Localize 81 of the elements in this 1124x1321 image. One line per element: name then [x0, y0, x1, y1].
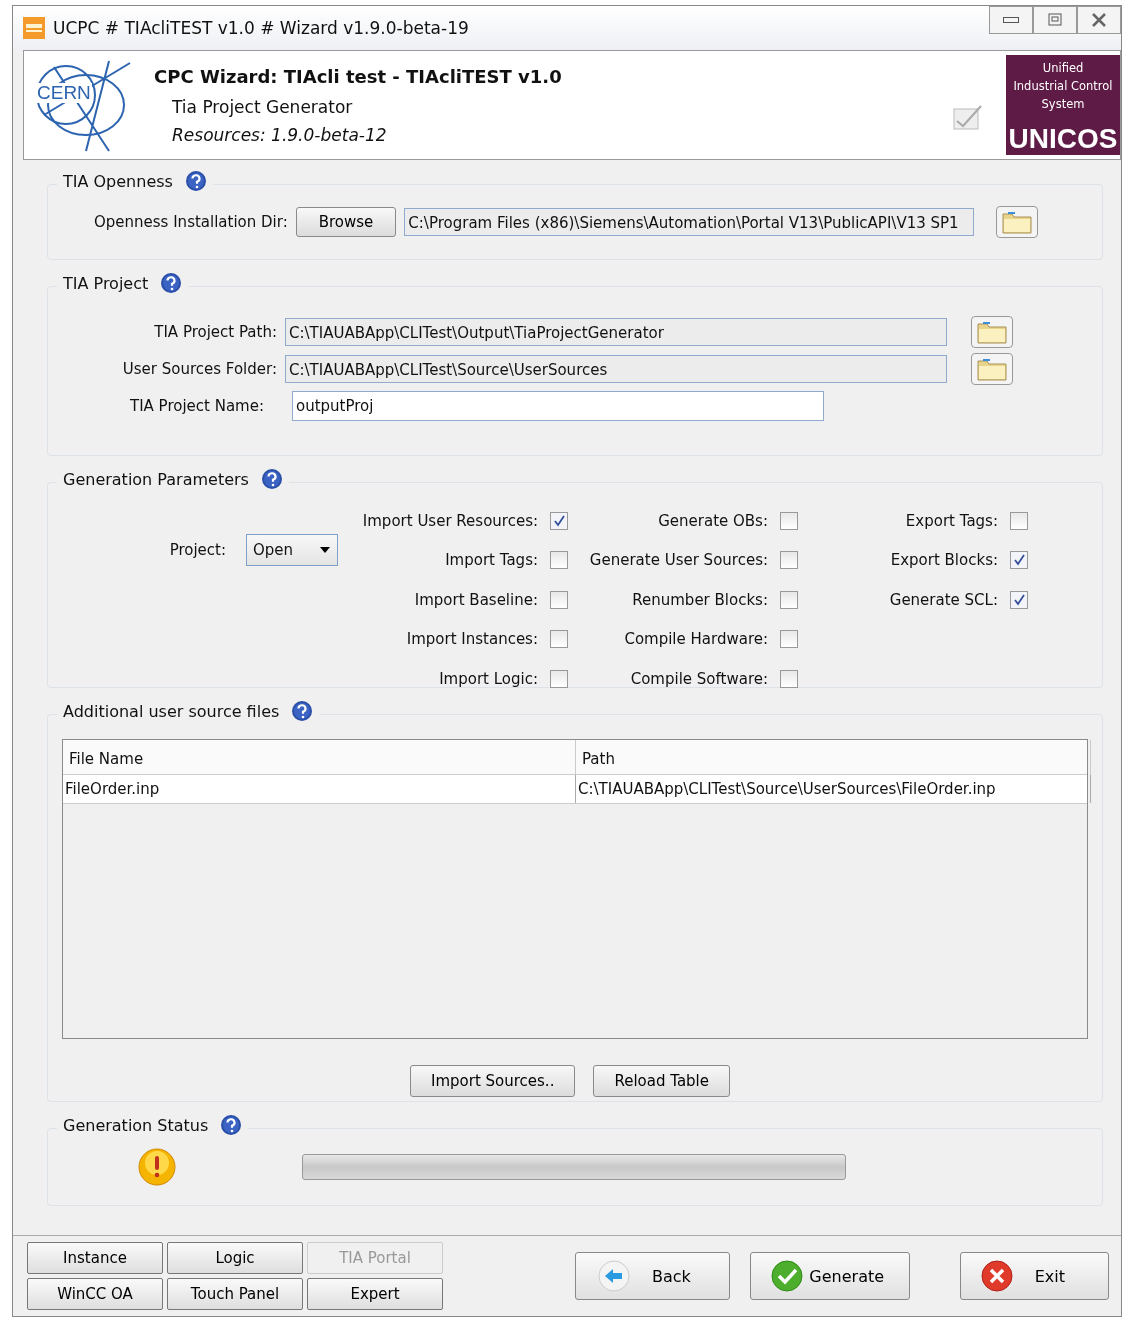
field-label: User Sources Folder:	[121, 359, 277, 378]
field-label: TIA Project Name:	[129, 396, 264, 415]
path-field[interactable]: C:\TIAUABApp\CLITest\Source\UserSources	[285, 354, 947, 383]
section-title: TIA Project	[63, 273, 149, 293]
checkbox-label: Import Tags:	[445, 551, 538, 570]
checkbox-label: Import Instances:	[406, 630, 538, 649]
table-button[interactable]: Reload Table	[593, 1065, 730, 1097]
checkbox-label: Import User Resources:	[362, 511, 538, 530]
checkbox-label: Renumber Blocks:	[632, 590, 768, 609]
help-icon	[184, 170, 207, 192]
logo-wordmark: UNICOS	[1007, 123, 1119, 155]
folder-icon	[977, 356, 1007, 381]
wizard-subtitle: Tia Project Generator	[172, 96, 354, 117]
checkbox-label: Export Tags:	[905, 511, 998, 530]
checkbox-label: Import Baseline:	[414, 590, 538, 609]
section-title: Generation Parameters	[63, 469, 249, 489]
folder-button[interactable]	[996, 206, 1039, 238]
warning-icon	[138, 1148, 176, 1186]
browse-button[interactable]: Browse	[295, 207, 397, 237]
checkbox[interactable]	[550, 590, 568, 609]
help-icon	[260, 468, 283, 490]
checkbox-label: Generate User Sources:	[589, 551, 768, 570]
checkbox[interactable]	[780, 551, 798, 570]
mode-button[interactable]: Touch Panel	[167, 1278, 303, 1310]
checkbox[interactable]	[550, 551, 568, 570]
field-label: Openness Installation Dir:	[94, 213, 288, 231]
folder-icon	[1002, 210, 1033, 234]
help-icon	[291, 700, 314, 722]
close-button[interactable]	[1077, 6, 1121, 34]
section-title: TIA Openness	[63, 171, 173, 191]
action-button[interactable]: Exit	[959, 1252, 1109, 1300]
text-field[interactable]: outputProj	[292, 390, 824, 421]
checkbox[interactable]	[550, 669, 568, 688]
help-icon	[160, 272, 183, 294]
checkbox-label: Export Blocks:	[890, 551, 998, 570]
checkbox[interactable]	[550, 630, 568, 649]
checkbox[interactable]	[780, 511, 798, 530]
mode-button[interactable]: Instance	[27, 1242, 163, 1274]
folder-button[interactable]	[971, 315, 1013, 348]
caret-icon	[319, 546, 331, 554]
app-icon	[23, 17, 45, 39]
minimize-icon	[1003, 17, 1019, 23]
field-label: TIA Project Path:	[153, 322, 277, 341]
table-button[interactable]: Import Sources..	[410, 1065, 576, 1097]
checkbox[interactable]	[780, 630, 798, 649]
close-icon	[980, 1260, 1013, 1292]
mode-button[interactable]: Logic	[167, 1242, 303, 1274]
folder-button[interactable]	[971, 352, 1013, 385]
wizard-title: CPC Wizard: TIAcli test - TIAcliTEST v1.0	[154, 65, 563, 87]
checkbox-label: Generate SCL:	[889, 590, 998, 609]
checkbox-label: Compile Hardware:	[624, 630, 768, 649]
table-cell: FileOrder.inp	[63, 775, 576, 803]
action-button[interactable]: Generate	[750, 1252, 910, 1300]
checkbox[interactable]	[780, 590, 798, 609]
folder-icon	[977, 319, 1007, 344]
checkbox[interactable]	[1010, 551, 1028, 570]
resources-version: Resources: 1.9.0-beta-12	[172, 124, 388, 145]
project-dropdown[interactable]: Open	[246, 534, 338, 566]
window-title: UCPC # TIAcliTEST v1.0 # Wizard v1.9.0-beta-19	[53, 18, 469, 38]
mode-button[interactable]: Expert	[307, 1278, 443, 1310]
logo-text: CERN	[36, 83, 92, 103]
logo-caption: Unified Industrial Control System	[1012, 60, 1114, 113]
check-icon	[771, 1260, 804, 1292]
section-title: Generation Status	[63, 1115, 209, 1135]
help-icon	[220, 1114, 243, 1136]
checkbox[interactable]	[1010, 511, 1028, 530]
field-label: Project:	[169, 541, 226, 559]
path-field[interactable]: C:\Program Files (x86)\Siemens\Automation\Portal V13\PublicAPI\V13 SP1	[404, 208, 975, 236]
checkbox-label: Import Logic:	[439, 669, 538, 688]
checkbox[interactable]	[550, 511, 568, 530]
table-cell: C:\TIAUABApp\CLITest\Source\UserSources\FileOrder.inp	[576, 775, 1091, 803]
action-button[interactable]: Back	[575, 1252, 731, 1300]
path-field[interactable]: C:\TIAUABApp\CLITest\Output\TiaProjectGenerator	[285, 317, 947, 346]
mode-button[interactable]: WinCC OA	[27, 1278, 163, 1310]
section-title: Additional user source files	[63, 701, 280, 721]
checkbox[interactable]	[780, 669, 798, 688]
minimize-button[interactable]	[989, 6, 1033, 34]
checkbox[interactable]	[1010, 590, 1028, 609]
checkmark-icon	[952, 103, 984, 131]
checkbox-label: Generate OBs:	[658, 511, 768, 530]
checkbox-label: Compile Software:	[630, 669, 768, 688]
